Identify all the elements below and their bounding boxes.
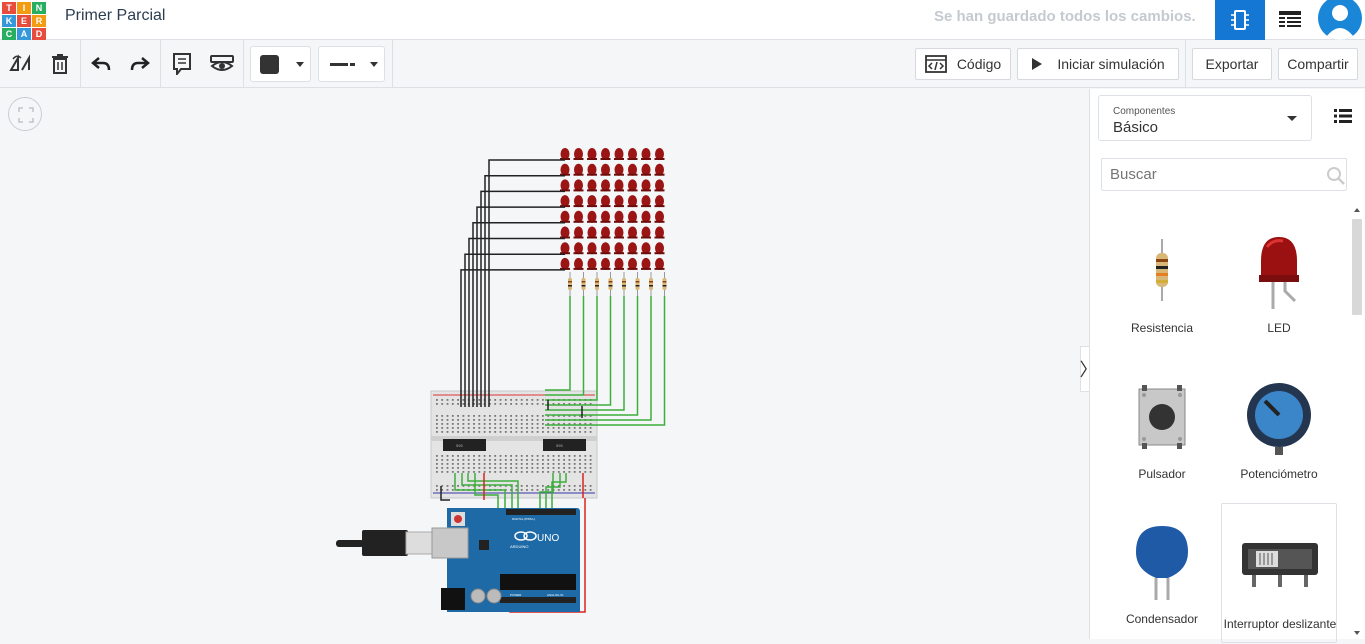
led-icon <box>1259 237 1299 309</box>
logo-letter: E <box>17 15 31 27</box>
code-button[interactable]: Código <box>915 48 1011 80</box>
component-card-resistor[interactable]: Resistencia <box>1104 217 1220 353</box>
scroll-up-icon[interactable] <box>1354 208 1360 212</box>
user-icon <box>1324 5 1356 40</box>
logo-letter: R <box>32 15 46 27</box>
list-view-button[interactable] <box>1334 109 1352 128</box>
color-swatch <box>260 55 279 74</box>
arduino-label: UNO <box>537 533 559 544</box>
arduino-brand: ARDUINO <box>510 544 528 549</box>
logo-letter: A <box>17 28 31 40</box>
code-label: Código <box>956 56 1002 72</box>
trash-icon <box>52 54 68 74</box>
shift-register-chip-2[interactable] <box>543 439 586 451</box>
column-wires[interactable] <box>545 296 666 426</box>
logo-letter: N <box>32 2 46 14</box>
logo-letter: D <box>32 28 46 40</box>
save-status: Se han guardado todos los cambios. <box>934 8 1196 25</box>
table-icon <box>1279 11 1301 27</box>
export-button[interactable]: Exportar <box>1192 48 1272 80</box>
export-label: Exportar <box>1205 56 1259 72</box>
component-card-potentiometer[interactable]: Potenciómetro <box>1221 363 1337 499</box>
component-category-dropdown[interactable]: Componentes Básico <box>1098 95 1312 141</box>
chevron-down-icon <box>296 62 304 67</box>
chevron-down-icon <box>370 62 378 67</box>
category-caption: Componentes <box>1113 106 1176 117</box>
pushbutton-icon <box>1138 385 1186 449</box>
color-picker[interactable] <box>250 46 311 82</box>
resistor-row[interactable] <box>568 272 667 296</box>
digital-header-label: DIGITAL (PWM~) <box>512 517 535 521</box>
schematic-view-button[interactable] <box>1265 0 1315 40</box>
component-name: Interruptor deslizante <box>1223 617 1337 631</box>
panel-scrollbar[interactable] <box>1352 219 1362 315</box>
component-name: LED <box>1267 321 1291 335</box>
component-name: Pulsador <box>1138 467 1186 481</box>
redo-icon <box>130 57 150 71</box>
potentiometer-icon <box>1247 383 1311 455</box>
search-icon <box>1326 166 1346 191</box>
component-card-led[interactable]: LED <box>1221 217 1337 353</box>
notes-button[interactable] <box>166 48 198 80</box>
workplane-canvas[interactable]: 595 595 UNO ARDUINO DIGITAL (PWM~) POWER… <box>0 89 1089 639</box>
arduino-uno[interactable]: UNO ARDUINO DIGITAL (PWM~) POWER ANALOG … <box>441 508 580 612</box>
logo-letter: C <box>2 28 16 40</box>
slide-switch-icon <box>1242 543 1318 587</box>
component-card-pushbutton[interactable]: Pulsador <box>1104 363 1220 499</box>
component-name: Potenciómetro <box>1240 467 1318 481</box>
resistor-icon <box>1156 239 1168 301</box>
component-name: Resistencia <box>1130 321 1194 335</box>
undo-button[interactable] <box>85 48 117 80</box>
logo-letter: K <box>2 15 16 27</box>
component-card-capacitor[interactable]: Condensador <box>1104 508 1220 644</box>
component-name: Condensador <box>1125 612 1199 626</box>
start-simulation-button[interactable]: Iniciar simulación <box>1017 48 1179 80</box>
share-label: Compartir <box>1287 56 1349 72</box>
svg-text:595: 595 <box>456 443 463 448</box>
chip-icon <box>1231 10 1249 30</box>
simulate-label: Iniciar simulación <box>1057 56 1165 72</box>
project-title[interactable]: Primer Parcial <box>65 7 165 25</box>
usb-cable <box>336 527 469 559</box>
editor-toolbar: Código Iniciar simulación Exportar Compa… <box>0 40 1365 88</box>
logo-letter: T <box>2 2 16 14</box>
code-icon <box>924 55 947 73</box>
shift-register-chip-1[interactable] <box>443 439 486 451</box>
redo-button[interactable] <box>124 48 156 80</box>
list-icon <box>1334 109 1352 123</box>
chevron-down-icon <box>1287 116 1297 121</box>
circuit-diagram[interactable]: 595 595 UNO ARDUINO DIGITAL (PWM~) POWER… <box>0 89 1089 639</box>
visibility-button[interactable] <box>206 48 238 80</box>
components-panel: Componentes Básico Resistencia <box>1089 89 1365 643</box>
analog-label: ANALOG IN <box>547 593 563 597</box>
user-avatar[interactable] <box>1318 0 1362 40</box>
component-card-slide-switch[interactable]: Interruptor deslizante <box>1221 503 1337 643</box>
line-style-icon <box>330 63 348 66</box>
rotate-icon <box>9 54 30 71</box>
breadboard[interactable]: 595 595 <box>430 390 598 499</box>
scroll-down-icon[interactable] <box>1354 631 1360 635</box>
undo-icon <box>91 57 111 71</box>
row-wires[interactable] <box>460 159 565 407</box>
capacitor-icon <box>1136 526 1188 600</box>
share-button[interactable]: Compartir <box>1278 48 1358 80</box>
delete-button[interactable] <box>44 48 76 80</box>
top-bar: TIN KER CAD Primer Parcial Se han guardado… <box>0 0 1365 40</box>
svg-text:595: 595 <box>556 443 563 448</box>
logo-letter: I <box>17 2 31 14</box>
tinkercad-logo[interactable]: TIN KER CAD <box>0 0 46 40</box>
component-search-input[interactable] <box>1101 158 1347 191</box>
power-label: POWER <box>510 593 522 597</box>
led-matrix[interactable] <box>560 148 665 270</box>
rotate-button[interactable] <box>5 48 37 80</box>
wire-style-picker[interactable] <box>318 46 385 82</box>
eye-icon <box>210 55 234 71</box>
play-icon <box>1032 58 1043 70</box>
note-icon <box>173 53 191 75</box>
circuit-view-button[interactable] <box>1215 0 1265 40</box>
category-value: Básico <box>1113 119 1159 136</box>
